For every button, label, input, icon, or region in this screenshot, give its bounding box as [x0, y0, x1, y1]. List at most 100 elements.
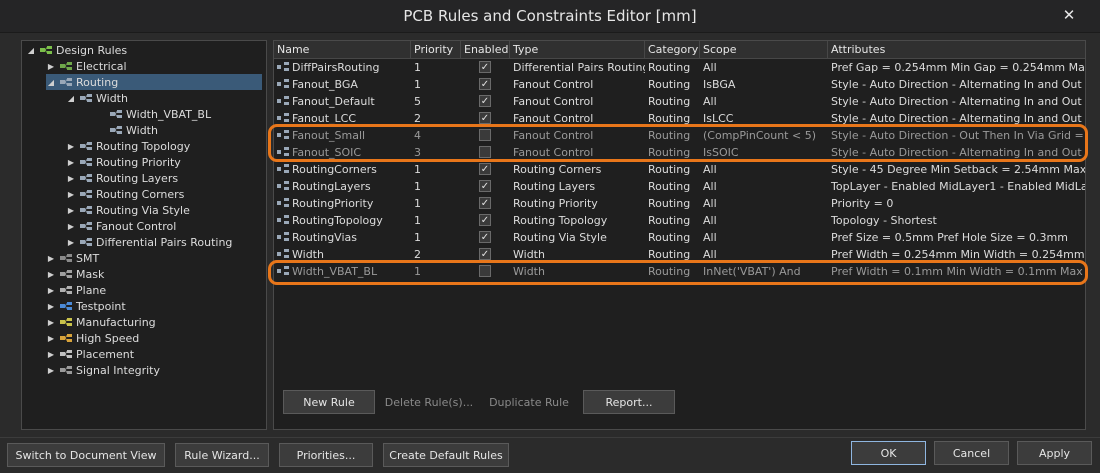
tree-item[interactable]: ▶ Mask	[46, 266, 104, 282]
cell-attributes: Style - 45 Degree Min Setback = 2.54mm M…	[831, 163, 1086, 176]
expand-arrow-icon[interactable]: ▶	[46, 366, 56, 375]
cell-name: RoutingLayers	[274, 178, 411, 195]
rule-name: DiffPairsRouting	[292, 61, 380, 74]
collapse-arrow-icon[interactable]: ◢	[26, 46, 36, 55]
title-bar: PCB Rules and Constraints Editor [mm] ✕	[0, 0, 1100, 33]
table-row[interactable]: RoutingLayers 1 ✓ Routing Layers Routing All T…	[274, 178, 1085, 195]
expand-arrow-icon[interactable]: ▶	[66, 158, 76, 167]
cell-category: Routing	[648, 197, 691, 210]
report-button[interactable]: Report...	[583, 390, 675, 414]
table-row[interactable]: RoutingTopology 1 ✓ Routing Topology Routing…	[274, 212, 1085, 229]
enabled-checkbox[interactable]	[479, 129, 491, 141]
tree-item[interactable]: ▶ Fanout Control	[66, 218, 176, 234]
table-row[interactable]: Fanout_Small 4 Fanout Control Routing (CompP…	[274, 127, 1085, 144]
tree-item[interactable]: ▶ Routing Corners	[66, 186, 184, 202]
expand-arrow-icon[interactable]: ▶	[46, 254, 56, 263]
rule-icon	[79, 141, 93, 152]
enabled-checkbox[interactable]	[479, 265, 491, 277]
tree-item[interactable]: Width_VBAT_BL	[96, 106, 211, 122]
enabled-checkbox[interactable]	[479, 146, 491, 158]
table-row[interactable]: RoutingPriority 1 ✓ Routing Priority Routing…	[274, 195, 1085, 212]
enabled-checkbox[interactable]: ✓	[479, 248, 491, 260]
enabled-checkbox[interactable]: ✓	[479, 78, 491, 90]
enabled-checkbox[interactable]: ✓	[479, 61, 491, 73]
rules-tree[interactable]: ◢ Design Rules ▶ Electrical ◢ Routing ◢ Width Wi…	[21, 40, 267, 430]
tree-item[interactable]: ◢ Width	[66, 90, 128, 106]
cell-priority: 1	[414, 78, 421, 91]
ok-button[interactable]: OK	[851, 441, 926, 465]
expand-arrow-icon[interactable]: ▶	[46, 286, 56, 295]
create-default-rules-button[interactable]: Create Default Rules	[383, 443, 509, 467]
tree-item[interactable]: ▶ Routing Layers	[66, 170, 178, 186]
enabled-checkbox[interactable]: ✓	[479, 112, 491, 124]
expand-arrow-icon[interactable]: ▶	[66, 142, 76, 151]
table-row[interactable]: Fanout_SOIC 3 Fanout Control Routing IsSOIC S…	[274, 144, 1085, 161]
tree-item[interactable]: ▶ Routing Topology	[66, 138, 190, 154]
cell-name: Fanout_LCC	[274, 110, 411, 127]
close-icon[interactable]: ✕	[1052, 4, 1086, 26]
tree-item[interactable]: ▶ Placement	[46, 346, 134, 362]
tree-item[interactable]: ◢ Design Rules	[26, 42, 127, 58]
expand-arrow-icon[interactable]: ▶	[46, 334, 56, 343]
table-row[interactable]: Width 2 ✓ Width Routing All Pref Width = 0.254…	[274, 246, 1085, 263]
tree-item[interactable]: ▶ Signal Integrity	[46, 362, 160, 378]
cell-type: Routing Layers	[513, 180, 596, 193]
expand-arrow-icon[interactable]: ▶	[46, 350, 56, 359]
enabled-checkbox[interactable]: ✓	[479, 180, 491, 192]
tree-item[interactable]: ▶ Routing Via Style	[66, 202, 190, 218]
column-header-scope[interactable]: Scope	[700, 41, 828, 58]
enabled-checkbox[interactable]: ✓	[479, 214, 491, 226]
expand-arrow-icon[interactable]: ▶	[66, 190, 76, 199]
table-row[interactable]: RoutingCorners 1 ✓ Routing Corners Routing Al…	[274, 161, 1085, 178]
table-row[interactable]: DiffPairsRouting 1 ✓ Differential Pairs Rou…	[274, 59, 1085, 76]
column-header-attributes[interactable]: Attributes	[828, 41, 1085, 58]
tree-item[interactable]: ▶ Routing Priority	[66, 154, 181, 170]
column-header-enabled[interactable]: Enabled	[461, 41, 510, 58]
tree-item[interactable]: ▶ Electrical	[46, 58, 127, 74]
tree-item[interactable]: ◢ Routing	[46, 74, 262, 90]
delete-rules-button[interactable]: Delete Rule(s)...	[382, 390, 476, 414]
tree-item[interactable]: ▶ Manufacturing	[46, 314, 156, 330]
table-row[interactable]: Fanout_LCC 2 ✓ Fanout Control Routing IsLCC St…	[274, 110, 1085, 127]
table-row[interactable]: RoutingVias 1 ✓ Routing Via Style Routing All…	[274, 229, 1085, 246]
collapse-arrow-icon[interactable]: ◢	[66, 94, 76, 103]
expand-arrow-icon[interactable]: ▶	[66, 206, 76, 215]
column-header-type[interactable]: Type	[510, 41, 645, 58]
tree-item[interactable]: Width	[96, 122, 158, 138]
tree-item[interactable]: ▶ Testpoint	[46, 298, 126, 314]
enabled-checkbox[interactable]: ✓	[479, 163, 491, 175]
table-row[interactable]: Fanout_Default 5 ✓ Fanout Control Routing All…	[274, 93, 1085, 110]
new-rule-button[interactable]: New Rule	[283, 390, 375, 414]
tree-item[interactable]: ▶ High Speed	[46, 330, 139, 346]
cell-category: Routing	[648, 180, 691, 193]
duplicate-rule-button[interactable]: Duplicate Rule	[482, 390, 576, 414]
rule-wizard-button[interactable]: Rule Wizard...	[175, 443, 269, 467]
table-row[interactable]: Fanout_BGA 1 ✓ Fanout Control Routing IsBGA St…	[274, 76, 1085, 93]
enabled-checkbox[interactable]: ✓	[479, 197, 491, 209]
priorities-button[interactable]: Priorities...	[279, 443, 373, 467]
column-header-category[interactable]: Category	[645, 41, 700, 58]
expand-arrow-icon[interactable]: ▶	[46, 62, 56, 71]
switch-to-document-view-button[interactable]: Switch to Document View	[7, 443, 165, 467]
apply-button[interactable]: Apply	[1017, 441, 1092, 465]
tree-item[interactable]: ▶ Differential Pairs Routing	[66, 234, 233, 250]
rule-name: RoutingPriority	[292, 197, 374, 210]
enabled-checkbox[interactable]: ✓	[479, 95, 491, 107]
expand-arrow-icon[interactable]: ▶	[46, 270, 56, 279]
rule-icon	[277, 145, 289, 156]
tree-item[interactable]: ▶ SMT	[46, 250, 99, 266]
column-header-priority[interactable]: Priority	[411, 41, 461, 58]
cancel-button[interactable]: Cancel	[934, 441, 1009, 465]
expand-arrow-icon[interactable]: ▶	[66, 238, 76, 247]
enabled-checkbox[interactable]: ✓	[479, 231, 491, 243]
cell-priority: 1	[414, 214, 421, 227]
tree-item-label: Differential Pairs Routing	[96, 235, 233, 249]
expand-arrow-icon[interactable]: ▶	[46, 318, 56, 327]
expand-arrow-icon[interactable]: ▶	[66, 174, 76, 183]
expand-arrow-icon[interactable]: ▶	[66, 222, 76, 231]
tree-item[interactable]: ▶ Plane	[46, 282, 106, 298]
column-header-name[interactable]: Name	[274, 41, 411, 58]
expand-arrow-icon[interactable]: ▶	[46, 302, 56, 311]
collapse-arrow-icon[interactable]: ◢	[46, 78, 56, 87]
table-row[interactable]: Width_VBAT_BL 1 Width Routing InNet('VBAT') …	[274, 263, 1085, 280]
